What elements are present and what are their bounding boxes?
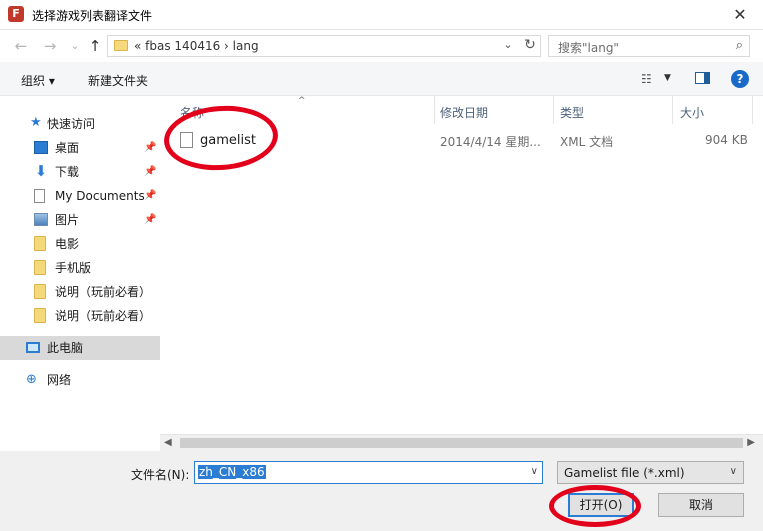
pin-icon: 📌 [144, 214, 157, 225]
column-header-type[interactable]: 类型 [560, 104, 584, 121]
organize-button[interactable]: 组织 ▾ [21, 72, 55, 89]
sidebar-item-label: 说明（玩前必看） [55, 285, 152, 299]
sidebar-item-label: 网络 [47, 373, 72, 387]
filename-input[interactable]: zh_CN_x86 ∨ [194, 461, 543, 484]
help-icon[interactable]: ? [731, 70, 749, 88]
folder-icon [34, 284, 46, 299]
file-modified: 2014/4/14 星期... [440, 135, 541, 149]
sidebar-item-desktop[interactable]: 桌面 📌 [0, 136, 160, 160]
annotation-circle [549, 485, 641, 527]
sidebar-item-readme-2[interactable]: 说明（玩前必看） [0, 304, 160, 328]
search-icon[interactable]: ⌕ [736, 38, 743, 53]
sidebar-item-label: 桌面 [55, 141, 80, 155]
filename-label: 文件名(N): [131, 468, 190, 482]
scroll-right-icon[interactable]: ▶ [747, 437, 755, 448]
column-divider[interactable] [553, 96, 554, 124]
network-icon: ⊕ [26, 372, 37, 387]
sidebar-item-downloads[interactable]: ⬇ 下载 📌 [0, 160, 160, 184]
file-size: 904 KB [705, 133, 748, 147]
chevron-down-icon[interactable]: ∨ [730, 466, 737, 477]
folder-icon [34, 308, 46, 323]
app-icon: F [8, 6, 24, 22]
pc-icon [26, 342, 40, 353]
close-button[interactable]: ✕ [717, 0, 763, 30]
sidebar-item-readme-1[interactable]: 说明（玩前必看） [0, 280, 160, 304]
column-divider[interactable] [672, 96, 673, 124]
desktop-icon [34, 141, 48, 154]
sort-ascending-icon: ^ [298, 96, 306, 106]
folder-icon [114, 40, 128, 51]
file-type: XML 文档 [560, 135, 614, 149]
column-divider[interactable] [752, 96, 753, 124]
column-header-modified[interactable]: 修改日期 [440, 104, 488, 121]
recent-locations-button[interactable]: ⌄ [65, 36, 85, 56]
folder-icon [34, 260, 46, 275]
view-options-icon[interactable]: ☷ [641, 72, 652, 86]
sidebar-item-label: 电影 [55, 237, 80, 251]
pin-icon: 📌 [144, 166, 157, 177]
address-dropdown-button[interactable]: ⌄ [501, 38, 515, 51]
sidebar-item-label: 图片 [55, 213, 80, 227]
filename-value[interactable]: zh_CN_x86 [198, 465, 266, 479]
sidebar-item-label: My Documents [55, 189, 145, 203]
command-toolbar: 组织 ▾ 新建文件夹 ☷ ▼ ? [0, 62, 763, 96]
forward-button[interactable]: → [40, 36, 60, 56]
pin-icon: 📌 [144, 190, 157, 201]
cancel-button[interactable]: 取消 [658, 493, 744, 517]
navigation-bar: ← → ⌄ ↑ « fbas 140416 › lang ⌄ ↻ 搜索"lang… [0, 30, 763, 62]
view-dropdown-icon[interactable]: ▼ [664, 73, 671, 83]
sidebar-item-quick-access[interactable]: ★ 快速访问 [0, 112, 160, 136]
chevron-down-icon[interactable]: ∨ [531, 466, 538, 477]
preview-pane-icon[interactable] [695, 72, 710, 84]
folder-icon [34, 236, 46, 251]
sidebar-item-label: 手机版 [55, 261, 92, 275]
search-placeholder: 搜索"lang" [558, 41, 619, 55]
document-icon [34, 189, 45, 203]
file-list: ^ 名称 修改日期 类型 大小 gamelist 2014/4/14 星期...… [160, 96, 763, 451]
column-header-size[interactable]: 大小 [680, 104, 704, 121]
sidebar-item-this-pc[interactable]: 此电脑 [0, 336, 160, 360]
sidebar-item-label: 下载 [55, 165, 80, 179]
sidebar-item-pictures[interactable]: 图片 📌 [0, 208, 160, 232]
star-icon: ★ [30, 115, 42, 130]
new-folder-button[interactable]: 新建文件夹 [88, 72, 148, 89]
horizontal-scrollbar[interactable]: ◀ ▶ [160, 434, 763, 451]
navigation-pane: ★ 快速访问 桌面 📌 ⬇ 下载 📌 My Documents 📌 图片 📌 电… [0, 96, 160, 451]
sidebar-item-network[interactable]: ⊕ 网络 [0, 368, 160, 392]
pin-icon: 📌 [144, 142, 157, 153]
up-button[interactable]: ↑ [85, 36, 105, 56]
sidebar-item-mobile[interactable]: 手机版 [0, 256, 160, 280]
scroll-left-icon[interactable]: ◀ [164, 437, 172, 448]
title-bar: F 选择游戏列表翻译文件 ✕ [0, 0, 763, 30]
search-input[interactable]: 搜索"lang" ⌕ [548, 35, 750, 57]
sidebar-item-label: 此电脑 [47, 341, 84, 355]
column-divider[interactable] [434, 96, 435, 124]
dialog-footer: 文件名(N): zh_CN_x86 ∨ Gamelist file (*.xml… [0, 451, 763, 531]
breadcrumb[interactable]: « fbas 140416 › lang [134, 39, 259, 53]
sidebar-item-label: 快速访问 [47, 117, 96, 131]
sidebar-item-label: 说明（玩前必看） [55, 309, 152, 323]
refresh-button[interactable]: ↻ [521, 37, 539, 53]
sidebar-item-movies[interactable]: 电影 [0, 232, 160, 256]
file-type-value: Gamelist file (*.xml) [564, 466, 685, 480]
scrollbar-thumb[interactable] [180, 438, 743, 448]
pictures-icon [34, 213, 48, 226]
back-button[interactable]: ← [11, 36, 31, 56]
address-bar[interactable]: « fbas 140416 › lang ⌄ ↻ [107, 35, 541, 57]
download-icon: ⬇ [34, 162, 48, 180]
sidebar-item-my-documents[interactable]: My Documents 📌 [0, 184, 160, 208]
window-title: 选择游戏列表翻译文件 [32, 9, 153, 23]
file-type-select[interactable]: Gamelist file (*.xml) ∨ [557, 461, 744, 484]
